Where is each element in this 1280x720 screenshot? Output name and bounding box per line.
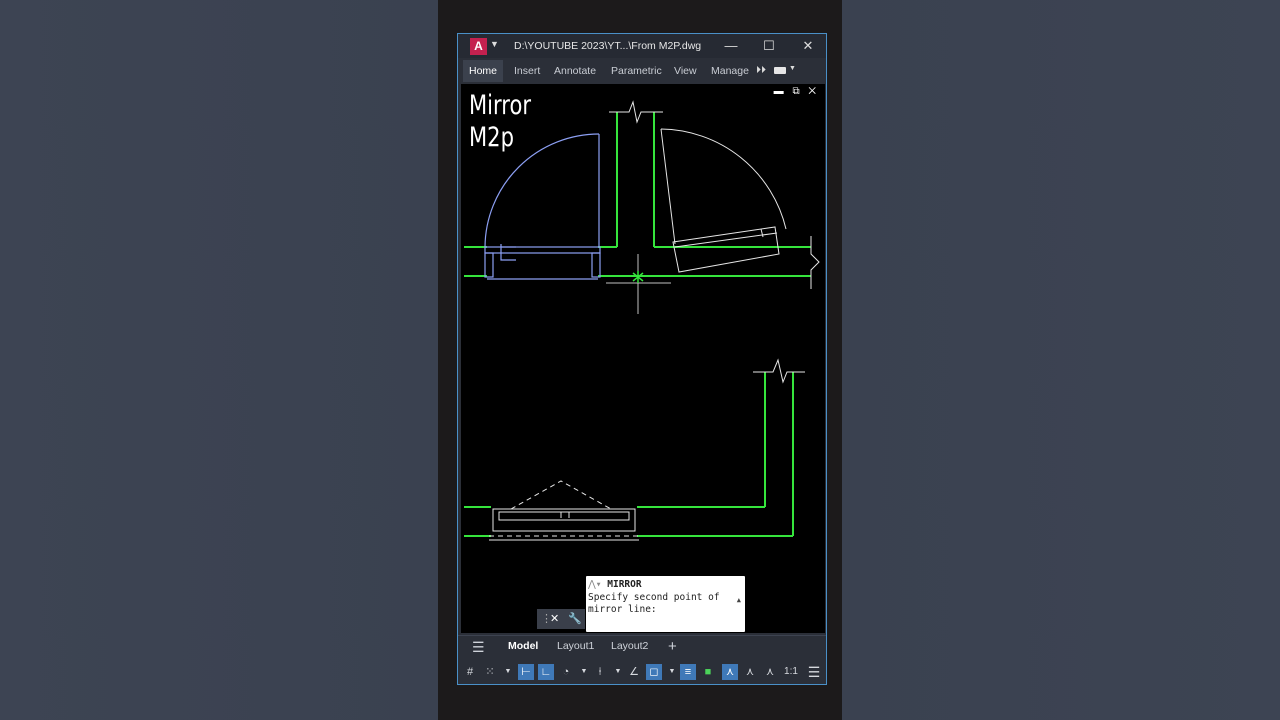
workspace-chevron-down-icon[interactable]: ▼: [789, 65, 796, 72]
polar-tracking-icon[interactable]: ◔: [558, 664, 574, 680]
background-right: [842, 0, 1280, 720]
command-prompt: Specify second point of mirror line:: [588, 592, 720, 615]
osnap-chevron-down-icon[interactable]: ▼: [610, 664, 626, 680]
break-line-bottom: [753, 358, 805, 384]
dynamic-input-icon[interactable]: ⊢: [518, 664, 534, 680]
autocad-logo-icon[interactable]: A: [470, 38, 487, 55]
snap-icon[interactable]: ⁙: [482, 664, 498, 680]
transparency-icon[interactable]: ■: [700, 664, 716, 680]
customization-menu-icon[interactable]: ☰: [806, 664, 822, 680]
title-bar: A ▼ D:\YOUTUBE 2023\YT...\From M2P.dwg —…: [458, 34, 826, 58]
window-title: D:\YOUTUBE 2023\YT...\From M2P.dwg: [514, 40, 702, 52]
grid-icon[interactable]: #: [462, 664, 478, 680]
lineweight-icon[interactable]: ≡: [680, 664, 696, 680]
drawing-canvas[interactable]: Mirror M2p ▬ ⧉ ✕: [461, 84, 825, 633]
layout-tabs-bar: ☰ Model Layout1 Layout2 +: [458, 635, 826, 660]
command-toolbar: ⋮ ✕ 🔧: [537, 609, 585, 629]
tab-home[interactable]: Home: [463, 60, 504, 82]
annotation-visibility-icon[interactable]: ⋏: [742, 664, 758, 680]
auto-scale-icon[interactable]: ⋏: [762, 664, 778, 680]
command-name: MIRROR: [607, 579, 642, 590]
selected-door: [484, 133, 601, 280]
tab-model[interactable]: Model: [508, 640, 538, 652]
tab-annotate[interactable]: Annotate: [548, 60, 602, 82]
break-lines: [609, 100, 820, 289]
annotation-scale-icon[interactable]: ⋏: [722, 664, 738, 680]
tab-parametric[interactable]: Parametric: [605, 60, 668, 82]
ortho-icon[interactable]: ∟: [538, 664, 554, 680]
status-bar: # ⁙ ▼ ⊢ ∟ ◔ ▼ ⍿ ▼ ∠ ◻ ▼ ≡ ■ ⋏ ⋏ ⋏ 1:1 ☰: [458, 660, 826, 684]
command-icon: ⋀▾: [588, 579, 602, 590]
door-bottom: [489, 480, 639, 541]
menu-hamburger-icon[interactable]: ☰: [472, 639, 485, 656]
command-header: ⋀▾ MIRROR: [588, 579, 642, 590]
scale-value[interactable]: 1:1: [781, 664, 801, 680]
object-snap-chevron-down-icon[interactable]: ▼: [664, 664, 680, 680]
ribbon-tabs: Home Insert Annotate Parametric View Man…: [458, 60, 826, 82]
crosshair-cursor: [606, 254, 671, 314]
tab-insert[interactable]: Insert: [508, 60, 546, 82]
tab-layout1[interactable]: Layout1: [557, 640, 594, 652]
object-snap-icon[interactable]: ◻: [646, 664, 662, 680]
tab-manage[interactable]: Manage: [705, 60, 755, 82]
snap-chevron-down-icon[interactable]: ▼: [500, 664, 516, 680]
tab-view[interactable]: View: [668, 60, 703, 82]
door-top-right: [660, 128, 787, 273]
app-menu-chevron-down-icon[interactable]: ▼: [490, 39, 499, 49]
walls-bottom: [464, 372, 794, 537]
drawing-svg: [464, 100, 820, 541]
object-snap-tracking-icon[interactable]: ⍿: [592, 664, 608, 680]
background-left: [0, 0, 438, 720]
minimize-button[interactable]: —: [720, 36, 742, 56]
tab-layout2[interactable]: Layout2: [611, 640, 648, 652]
walls-top: [464, 112, 811, 277]
customize-wrench-icon[interactable]: 🔧: [568, 612, 582, 625]
command-close-icon[interactable]: ✕: [550, 612, 559, 625]
more-tabs-icon[interactable]: ⏵⏵: [756, 60, 766, 82]
polar-chevron-down-icon[interactable]: ▼: [576, 664, 592, 680]
close-button[interactable]: ✕: [797, 36, 819, 56]
command-line[interactable]: ⋀▾ MIRROR Specify second point of mirror…: [586, 576, 745, 632]
add-layout-button[interactable]: +: [668, 638, 677, 655]
isometric-icon[interactable]: ∠: [626, 664, 642, 680]
workspace-icon[interactable]: [774, 67, 786, 74]
command-history-chevron-up-icon[interactable]: ▲: [737, 596, 741, 604]
maximize-button[interactable]: ☐: [758, 36, 780, 56]
